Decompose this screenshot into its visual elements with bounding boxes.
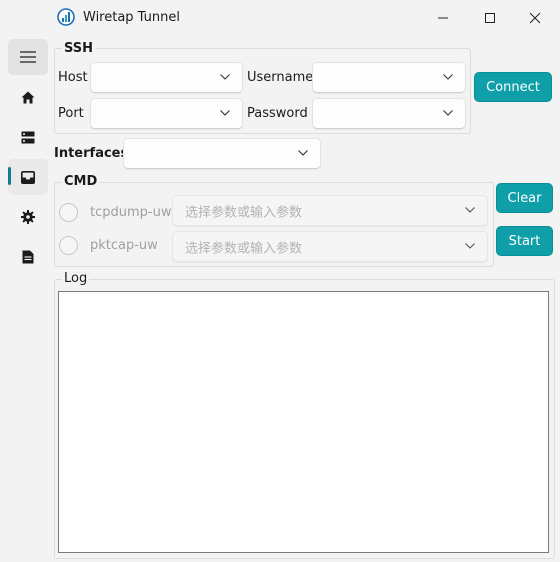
- port-label: Port: [58, 106, 84, 121]
- ssh-group-title: SSH: [62, 41, 96, 56]
- close-button[interactable]: [512, 0, 558, 36]
- sidebar-item-docs[interactable]: [8, 239, 48, 275]
- host-combobox[interactable]: [90, 62, 243, 93]
- maximize-icon: [485, 13, 495, 23]
- home-icon: [21, 91, 35, 103]
- server-icon: [21, 131, 35, 143]
- username-label: Username: [247, 70, 314, 85]
- pktcap-radio[interactable]: [59, 236, 78, 255]
- minimize-icon: [438, 17, 448, 19]
- pktcap-label: pktcap-uw: [90, 238, 158, 253]
- host-label: Host: [58, 70, 88, 85]
- chevron-down-icon: [443, 73, 453, 80]
- password-combobox[interactable]: [312, 98, 466, 129]
- cmd-group-title: CMD: [62, 174, 100, 189]
- chevron-down-icon: [465, 242, 475, 249]
- sidebar-item-settings[interactable]: [8, 199, 48, 235]
- gear-icon: [21, 210, 35, 224]
- chevron-down-icon: [465, 206, 475, 213]
- interfaces-combobox[interactable]: [123, 138, 321, 169]
- sidebar-menu-button[interactable]: [8, 39, 48, 75]
- log-textarea[interactable]: [58, 291, 549, 553]
- chevron-down-icon: [220, 73, 230, 80]
- tcpdump-params-placeholder: 选择参数或输入参数: [185, 205, 303, 220]
- app-logo-icon: [57, 8, 75, 26]
- tcpdump-params-combobox[interactable]: 选择参数或输入参数: [172, 195, 488, 226]
- chevron-down-icon: [298, 149, 308, 156]
- tcpdump-label: tcpdump-uw: [90, 205, 172, 220]
- start-button[interactable]: Start: [496, 226, 553, 256]
- chevron-down-icon: [443, 109, 453, 116]
- sidebar-item-servers[interactable]: [8, 119, 48, 155]
- pktcap-params-combobox[interactable]: 选择参数或输入参数: [172, 231, 488, 262]
- hamburger-menu-icon: [20, 51, 36, 63]
- pktcap-params-placeholder: 选择参数或输入参数: [185, 241, 303, 256]
- chevron-down-icon: [220, 109, 230, 116]
- username-combobox[interactable]: [312, 62, 466, 93]
- clear-button[interactable]: Clear: [496, 183, 553, 213]
- sidebar-item-home[interactable]: [8, 79, 48, 115]
- tcpdump-radio[interactable]: [59, 203, 78, 222]
- inbox-icon: [21, 170, 35, 184]
- interfaces-label: Interfaces: [54, 146, 129, 161]
- title-bar: Wiretap Tunnel: [0, 0, 560, 36]
- sidebar-active-indicator: [8, 167, 11, 185]
- maximize-button[interactable]: [467, 0, 513, 36]
- close-icon: [529, 12, 541, 24]
- minimize-button[interactable]: [420, 0, 466, 36]
- sidebar-item-capture[interactable]: [8, 159, 48, 195]
- port-combobox[interactable]: [90, 98, 243, 129]
- connect-button[interactable]: Connect: [474, 72, 552, 102]
- window-title: Wiretap Tunnel: [83, 10, 180, 25]
- log-group-title: Log: [62, 271, 90, 286]
- document-icon: [22, 250, 34, 264]
- password-label: Password: [247, 106, 308, 121]
